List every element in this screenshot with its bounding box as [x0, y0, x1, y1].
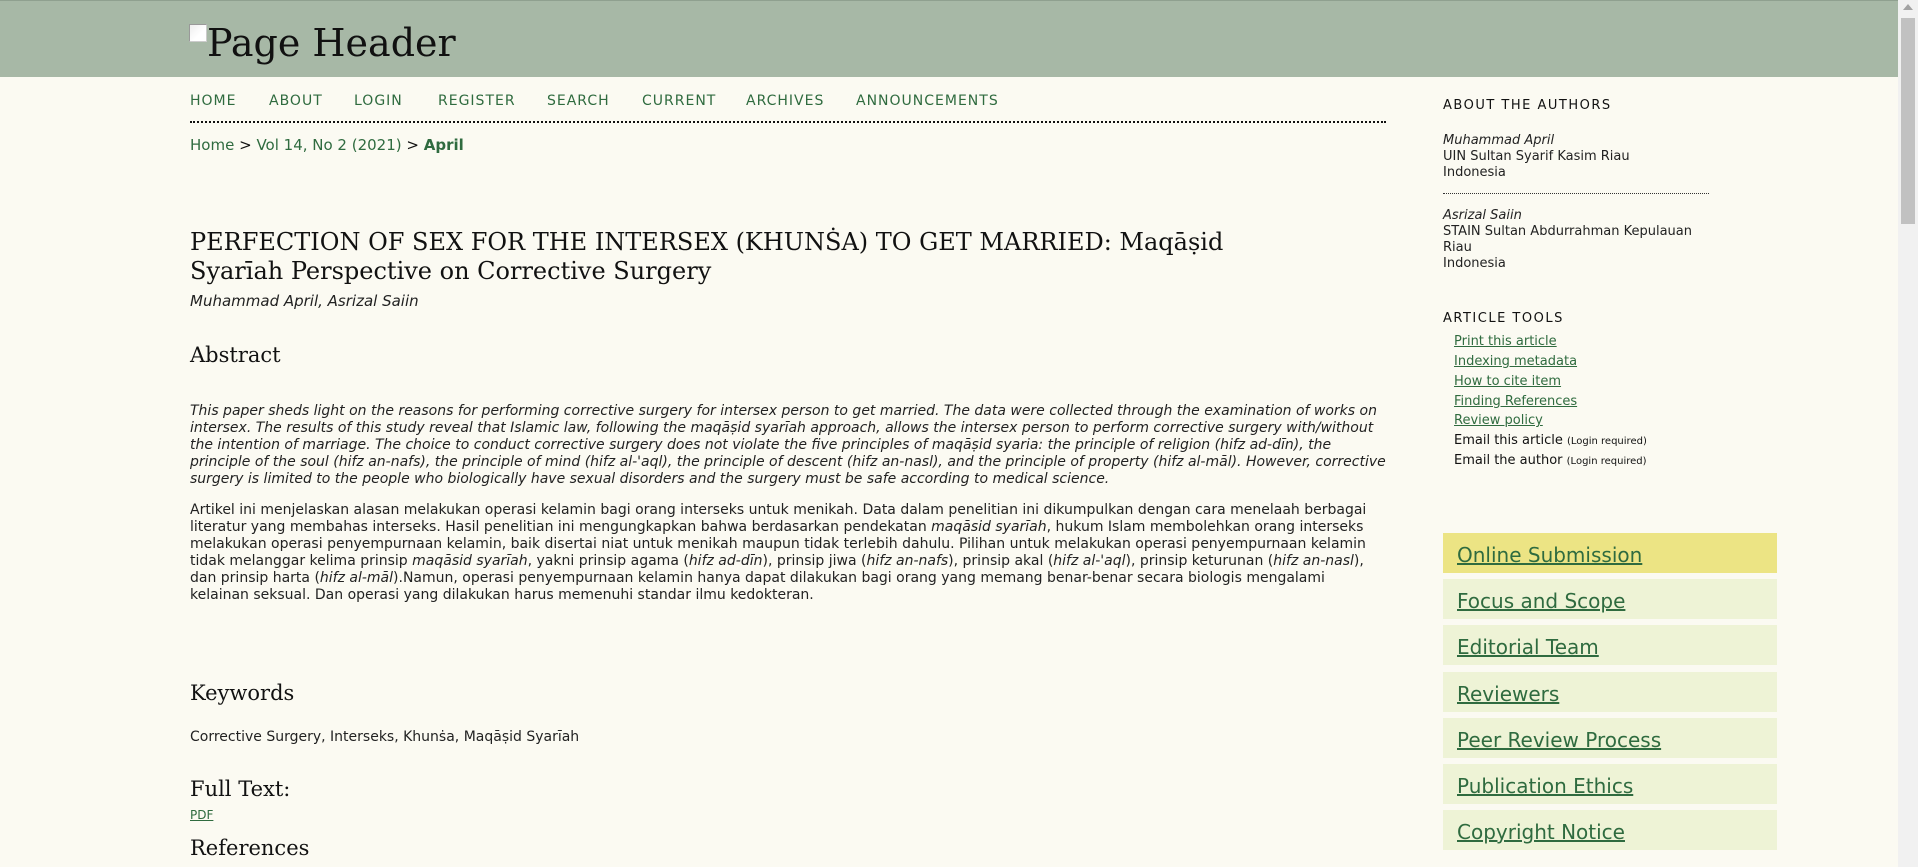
breadcrumb-home[interactable]: Home	[190, 136, 234, 154]
email-article-label: Email this article	[1454, 433, 1563, 448]
about-authors-heading: ABOUT THE AUTHORS	[1443, 98, 1612, 113]
author-name: Asrizal Saiin	[1443, 208, 1522, 223]
breadcrumb-separator: >	[406, 136, 419, 154]
menu-copyright-notice: Copyright Notice	[1443, 810, 1777, 850]
online-submission-link[interactable]: Online Submission	[1457, 533, 1777, 577]
nav-about[interactable]: ABOUT	[269, 93, 323, 109]
broken-image-icon	[189, 24, 207, 42]
nav-register[interactable]: REGISTER	[438, 93, 516, 109]
page-header-alt-text: Page Header	[207, 21, 456, 65]
scrollbar-thumb[interactable]	[1901, 18, 1915, 224]
login-required-note: (Login required)	[1566, 436, 1647, 447]
menu-peer-review: Peer Review Process	[1443, 718, 1777, 758]
tool-print: Print this article	[1454, 334, 1557, 349]
menu-online-submission: Online Submission	[1443, 533, 1777, 573]
indexing-metadata-link[interactable]: Indexing metadata	[1454, 354, 1577, 369]
breadcrumb-separator: >	[239, 136, 252, 154]
author-name: Muhammad April	[1443, 133, 1555, 148]
nav-announcements[interactable]: ANNOUNCEMENTS	[856, 93, 999, 109]
nav-login[interactable]: LOGIN	[354, 93, 403, 109]
keywords-heading: Keywords	[190, 681, 295, 705]
tool-refs: Finding References	[1454, 394, 1577, 409]
tool-review: Review policy	[1454, 413, 1543, 428]
publication-ethics-link[interactable]: Publication Ethics	[1457, 764, 1777, 808]
cite-item-link[interactable]: How to cite item	[1454, 374, 1561, 389]
copyright-notice-link[interactable]: Copyright Notice	[1457, 810, 1777, 854]
nav-search[interactable]: SEARCH	[547, 93, 610, 109]
reviewers-link[interactable]: Reviewers	[1457, 672, 1777, 716]
article-title: PERFECTION OF SEX FOR THE INTERSEX (KHUN…	[190, 228, 1224, 285]
nav-current[interactable]: CURRENT	[642, 93, 716, 109]
page-header-image: Page Header	[189, 21, 456, 65]
login-required-note: (Login required)	[1566, 456, 1647, 467]
article-tools-heading: ARTICLE TOOLS	[1443, 311, 1564, 326]
abstract-indonesian: Artikel ini menjelaskan alasan melakukan…	[190, 502, 1367, 603]
tool-email-article: Email this article (Login required)	[1454, 433, 1647, 448]
menu-editorial-team: Editorial Team	[1443, 625, 1777, 665]
menu-reviewers: Reviewers	[1443, 672, 1777, 712]
focus-scope-link[interactable]: Focus and Scope	[1457, 579, 1777, 623]
nav-archives[interactable]: ARCHIVES	[746, 93, 824, 109]
author-affiliation: UIN Sultan Syarif Kasim Riau Indonesia	[1443, 149, 1630, 180]
tool-cite: How to cite item	[1454, 374, 1561, 389]
peer-review-process-link[interactable]: Peer Review Process	[1457, 718, 1777, 762]
review-policy-link[interactable]: Review policy	[1454, 413, 1543, 428]
finding-references-link[interactable]: Finding References	[1454, 394, 1577, 409]
references-heading: References	[190, 836, 310, 860]
tool-indexing: Indexing metadata	[1454, 354, 1577, 369]
article-authors: Muhammad April, Asrizal Saiin	[190, 292, 419, 310]
abstract-english: This paper sheds light on the reasons fo…	[190, 403, 1386, 487]
editorial-team-link[interactable]: Editorial Team	[1457, 625, 1777, 669]
fulltext-heading: Full Text:	[190, 777, 291, 801]
email-author-label: Email the author	[1454, 453, 1563, 468]
menu-publication-ethics: Publication Ethics	[1443, 764, 1777, 804]
page-header-banner: Page Header	[0, 0, 1898, 77]
nav-home[interactable]: HOME	[190, 93, 236, 109]
menu-focus-scope: Focus and Scope	[1443, 579, 1777, 619]
abstract-heading: Abstract	[190, 343, 281, 367]
tool-email-author: Email the author (Login required)	[1454, 453, 1647, 468]
breadcrumb: Home > Vol 14, No 2 (2021) > April	[190, 136, 464, 154]
author-affiliation: STAIN Sultan Abdurrahman Kepulauan Riau …	[1443, 224, 1692, 271]
scroll-up-arrow-icon[interactable]	[1903, 4, 1913, 10]
breadcrumb-current[interactable]: April	[424, 136, 464, 154]
main-navigation: HOME ABOUT LOGIN REGISTER SEARCH CURRENT…	[190, 93, 1386, 123]
author-divider	[1443, 193, 1709, 194]
breadcrumb-issue[interactable]: Vol 14, No 2 (2021)	[256, 136, 401, 154]
print-article-link[interactable]: Print this article	[1454, 334, 1557, 349]
pdf-link[interactable]: PDF	[190, 808, 213, 822]
keywords-list: Corrective Surgery, Interseks, Khunṡa, M…	[190, 729, 580, 745]
